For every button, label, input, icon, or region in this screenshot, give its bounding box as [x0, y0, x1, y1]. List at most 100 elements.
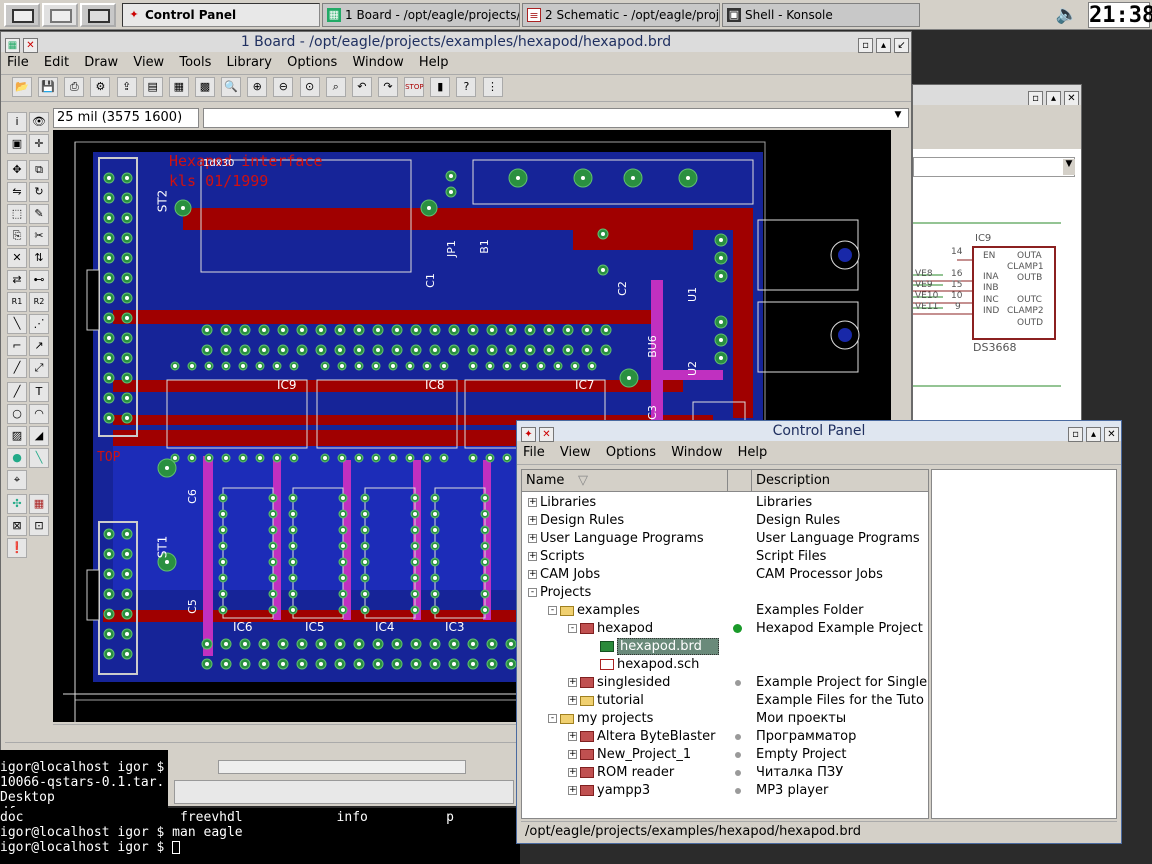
- expand-icon[interactable]: +: [528, 516, 537, 525]
- konsole-output-lower[interactable]: doc freevhdl info p igor@localhost igor …: [0, 808, 520, 864]
- schematic-command-field[interactable]: [913, 157, 1075, 177]
- menu-window[interactable]: Window: [671, 445, 722, 460]
- toolbar-handle-icon[interactable]: ⋮: [482, 77, 503, 97]
- chevron-down-icon[interactable]: ▼: [891, 110, 905, 126]
- undo-icon[interactable]: ↶: [351, 77, 372, 97]
- delete-icon[interactable]: ✂: [29, 226, 49, 246]
- arc-icon[interactable]: ◠: [29, 404, 49, 424]
- text-icon[interactable]: T: [29, 382, 49, 402]
- script-icon[interactable]: ⇪: [116, 77, 137, 97]
- zoom-in-icon[interactable]: ⊕: [247, 77, 268, 97]
- help-icon[interactable]: ?: [456, 77, 477, 97]
- hole-icon[interactable]: ⌖: [7, 470, 27, 490]
- cam-icon[interactable]: ⚙: [90, 77, 111, 97]
- zoom-fit-icon[interactable]: 🔍: [221, 77, 242, 97]
- move-icon[interactable]: ✥: [7, 160, 27, 180]
- konsole-scrollbar[interactable]: [218, 760, 466, 774]
- tree-row[interactable]: hexapod.sch: [522, 656, 928, 674]
- menu-window[interactable]: Window: [352, 55, 403, 70]
- menu-tools[interactable]: Tools: [179, 55, 211, 70]
- auto-icon[interactable]: ▦: [29, 494, 49, 514]
- ratsnest-icon[interactable]: ✣: [7, 494, 27, 514]
- tree-row[interactable]: + User Language Programs User Language Pro…: [522, 530, 928, 548]
- task-board[interactable]: ▦ 1 Board - /opt/eagle/projects/: [322, 3, 520, 27]
- close-icon[interactable]: ✕: [1064, 91, 1079, 106]
- errors-icon[interactable]: ⊡: [29, 516, 49, 536]
- project-closed-indicator[interactable]: [735, 770, 741, 776]
- project-closed-indicator[interactable]: [735, 788, 741, 794]
- column-header-status[interactable]: [728, 470, 752, 492]
- close-icon[interactable]: ✕: [1104, 427, 1119, 442]
- tree-row[interactable]: + New_Project_1 Empty Project: [522, 746, 928, 764]
- copy-icon[interactable]: ⧉: [29, 160, 49, 180]
- warning-icon[interactable]: ❗: [7, 538, 27, 558]
- task-konsole[interactable]: ▣ Shell - Konsole: [722, 3, 920, 27]
- menu-help[interactable]: Help: [738, 445, 768, 460]
- name-icon[interactable]: R2: [29, 292, 49, 312]
- close-icon[interactable]: ✕: [23, 38, 38, 53]
- project-closed-indicator[interactable]: [735, 734, 741, 740]
- zoom-out-icon[interactable]: ⊖: [273, 77, 294, 97]
- ripup-icon[interactable]: ↗: [29, 336, 49, 356]
- optimize-icon[interactable]: ⋰: [29, 314, 49, 334]
- mirror-icon[interactable]: ⇋: [7, 182, 27, 202]
- expand-icon[interactable]: +: [568, 678, 577, 687]
- volume-icon[interactable]: 🔈: [1054, 4, 1080, 26]
- wire-icon[interactable]: ╱: [7, 358, 27, 378]
- circle-icon[interactable]: ○: [7, 404, 27, 424]
- rotate-icon[interactable]: ↻: [29, 182, 49, 202]
- minimize-icon[interactable]: ▫: [1028, 91, 1043, 106]
- expand-icon[interactable]: +: [568, 768, 577, 777]
- mark-icon[interactable]: ✛: [29, 134, 49, 154]
- redo-icon[interactable]: ↷: [377, 77, 398, 97]
- command-input[interactable]: [203, 108, 909, 128]
- expand-icon[interactable]: +: [528, 552, 537, 561]
- maximize-icon[interactable]: ▴: [1046, 91, 1061, 106]
- zoom-redraw-icon[interactable]: ⊙: [299, 77, 320, 97]
- task-schematic[interactable]: ≡ 2 Schematic - /opt/eagle/proj: [522, 3, 720, 27]
- show-icon[interactable]: 👁: [29, 112, 49, 132]
- tree-row[interactable]: - examples Examples Folder: [522, 602, 928, 620]
- menu-edit[interactable]: Edit: [44, 55, 69, 70]
- via-icon[interactable]: ●: [7, 448, 27, 468]
- expand-icon[interactable]: +: [568, 750, 577, 759]
- tree-row[interactable]: hexapod.brd: [522, 638, 928, 656]
- drc-icon[interactable]: ⊠: [7, 516, 27, 536]
- desktop-1-button[interactable]: [4, 3, 40, 27]
- tree-row[interactable]: + tutorial Example Files for the Tuto: [522, 692, 928, 710]
- tree-row[interactable]: - my projects Мои проекты: [522, 710, 928, 728]
- collapse-icon[interactable]: -: [548, 606, 557, 615]
- signal-icon[interactable]: ╲: [29, 448, 49, 468]
- project-open-indicator[interactable]: [733, 624, 742, 633]
- collapse-icon[interactable]: -: [548, 714, 557, 723]
- menu-options[interactable]: Options: [606, 445, 656, 460]
- autoroute-icon[interactable]: ⤢: [29, 358, 49, 378]
- info-icon[interactable]: i: [7, 112, 27, 132]
- tree-row[interactable]: + yampp3 MP3 player: [522, 782, 928, 800]
- chevron-down-icon[interactable]: ▼: [1063, 159, 1075, 175]
- rect-icon[interactable]: ▨: [7, 426, 27, 446]
- go-icon[interactable]: ▮: [430, 77, 451, 97]
- minimize-icon[interactable]: ▫: [858, 38, 873, 53]
- menu-view[interactable]: View: [560, 445, 591, 460]
- project-closed-indicator[interactable]: [735, 680, 741, 686]
- tree-row[interactable]: + Libraries Libraries: [522, 494, 928, 512]
- tree-row[interactable]: + Design Rules Design Rules: [522, 512, 928, 530]
- smash-icon[interactable]: R1: [7, 292, 27, 312]
- tree-row[interactable]: - Projects: [522, 584, 928, 602]
- menu-help[interactable]: Help: [419, 55, 449, 70]
- lock-icon[interactable]: ⊷: [29, 270, 49, 290]
- minimize-icon[interactable]: ▫: [1068, 427, 1083, 442]
- menu-file[interactable]: File: [523, 445, 545, 460]
- menu-library[interactable]: Library: [227, 55, 272, 70]
- collapse-icon[interactable]: -: [568, 624, 577, 633]
- collapse-icon[interactable]: -: [528, 588, 537, 597]
- expand-icon[interactable]: +: [528, 534, 537, 543]
- expand-icon[interactable]: +: [528, 498, 537, 507]
- tree-row[interactable]: + Altera ByteBlaster Программатор: [522, 728, 928, 746]
- paste-icon[interactable]: ⎘: [7, 226, 27, 246]
- desktop-2-button[interactable]: [42, 3, 78, 27]
- group-icon[interactable]: ⬚: [7, 204, 27, 224]
- menu-view[interactable]: View: [133, 55, 164, 70]
- task-control-panel[interactable]: ✦ Control Panel: [122, 3, 320, 27]
